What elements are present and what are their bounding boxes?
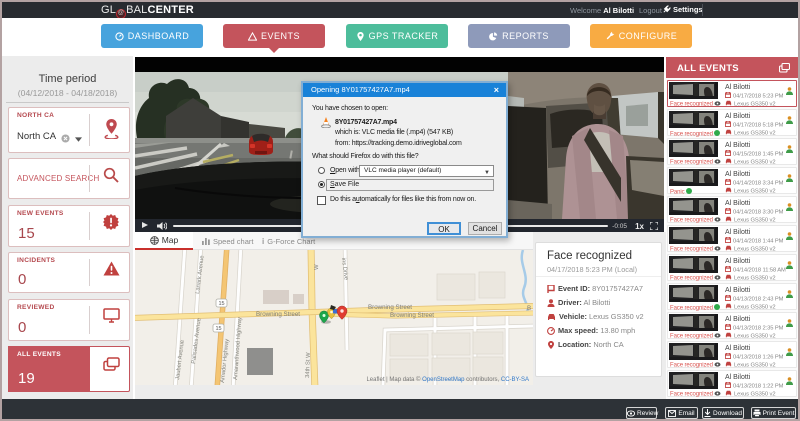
svg-text:B: B	[527, 305, 531, 312]
svg-text:Leaflet | Map data © OpenStree: Leaflet | Map data © OpenStreetMap contr…	[366, 376, 529, 383]
svg-text:15: 15	[215, 326, 221, 332]
svg-text:Browning Street: Browning Street	[256, 311, 300, 318]
svg-text:Browning Street: Browning Street	[368, 304, 412, 311]
svg-text:34th St W: 34th St W	[305, 352, 312, 378]
svg-text:W: W	[314, 264, 320, 270]
svg-text:Browning Street: Browning Street	[390, 312, 434, 319]
svg-text:15: 15	[218, 301, 224, 307]
